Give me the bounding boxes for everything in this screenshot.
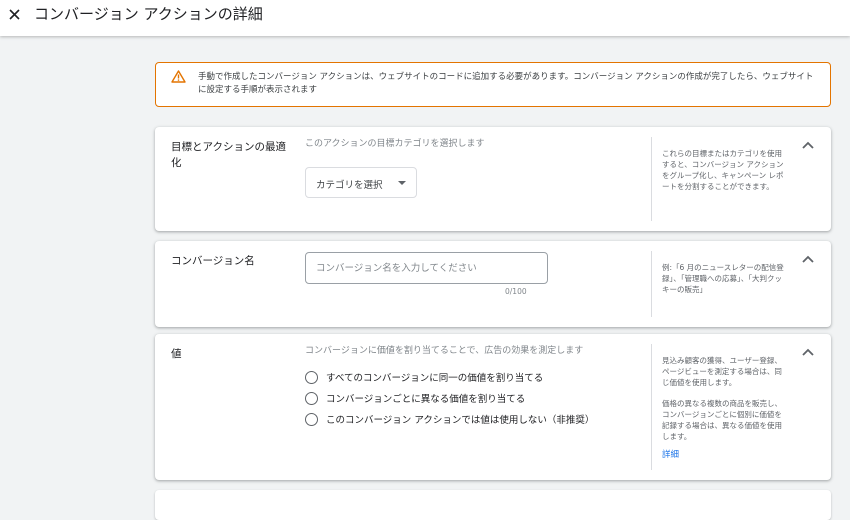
card-divider [651,137,652,221]
name-card-title: コンバージョン名 [171,255,255,267]
chevron-up-icon[interactable] [801,347,815,357]
category-select[interactable]: カテゴリを選択 [305,167,417,198]
radio-button[interactable] [305,370,318,384]
chevron-up-icon[interactable] [801,140,815,150]
goal-card: 目標とアクションの最適化 このアクションの目標カテゴリを選択します カテゴリを選… [155,127,831,231]
top-header: コンバージョン アクションの詳細 [0,0,850,36]
warning-text: 手動で作成したコンバージョン アクションは、ウェブサイトのコードに追加する必要が… [198,72,814,95]
value-side-text-1: 見込み顧客の獲得、ユーザー登録、ページビューを測定する場合は、同じ価値を使用しま… [662,356,782,387]
radio-no-value[interactable]: このコンバージョン アクションでは値は使用しない（非推奨） [305,411,594,427]
goal-side-text: これらの目標またはカテゴリを使用すると、コンバージョン アクションをグループ化し… [662,149,784,191]
next-card [155,490,831,520]
radio-label: コンバージョンごとに異なる価値を割り当てる [326,394,526,405]
category-select-label: カテゴリを選択 [316,180,383,191]
goal-card-description: このアクションの目標カテゴリを選択します [305,139,485,149]
dropdown-arrow-icon [398,181,406,185]
conversion-name-input[interactable] [305,252,548,284]
radio-button[interactable] [305,391,318,405]
name-card: コンバージョン名 0/100 例:「6 月のニュースレターの配信登録」、「管理職… [155,241,831,327]
name-side-text: 例:「6 月のニュースレターの配信登録」、「管理職への応募」、「大判クッキーの販… [662,263,784,294]
radio-label: すべてのコンバージョンに同一の価値を割り当てる [326,373,544,384]
char-counter: 0/100 [505,287,527,296]
value-card-description: コンバージョンに価値を割り当てることで、広告の効果を測定します [305,346,584,356]
warning-icon [171,70,186,83]
details-link[interactable]: 詳細 [662,450,679,460]
radio-same-value[interactable]: すべてのコンバージョンに同一の価値を割り当てる [305,369,543,385]
chevron-up-icon[interactable] [801,254,815,264]
close-icon [8,8,20,20]
radio-different-values[interactable]: コンバージョンごとに異なる価値を割り当てる [305,390,525,406]
radio-label: このコンバージョン アクションでは値は使用しない（非推奨） [326,415,595,426]
warning-banner: 手動で作成したコンバージョン アクションは、ウェブサイトのコードに追加する必要が… [155,62,831,107]
card-divider [651,251,652,317]
page-title: コンバージョン アクションの詳細 [34,5,263,23]
card-divider [651,344,652,470]
goal-card-title: 目標とアクションの最適化 [171,141,286,169]
value-card-title: 値 [171,348,182,360]
close-button[interactable] [6,6,22,22]
value-side-text-2: 価格の異なる複数の商品を販売し、コンバージョンごとに個別に価値を記録する場合は、… [662,399,782,441]
main-content: 手動で作成したコンバージョン アクションは、ウェブサイトのコードに追加する必要が… [0,36,850,520]
value-card: 値 コンバージョンに価値を割り当てることで、広告の効果を測定します すべてのコン… [155,334,831,480]
radio-button[interactable] [305,412,318,426]
